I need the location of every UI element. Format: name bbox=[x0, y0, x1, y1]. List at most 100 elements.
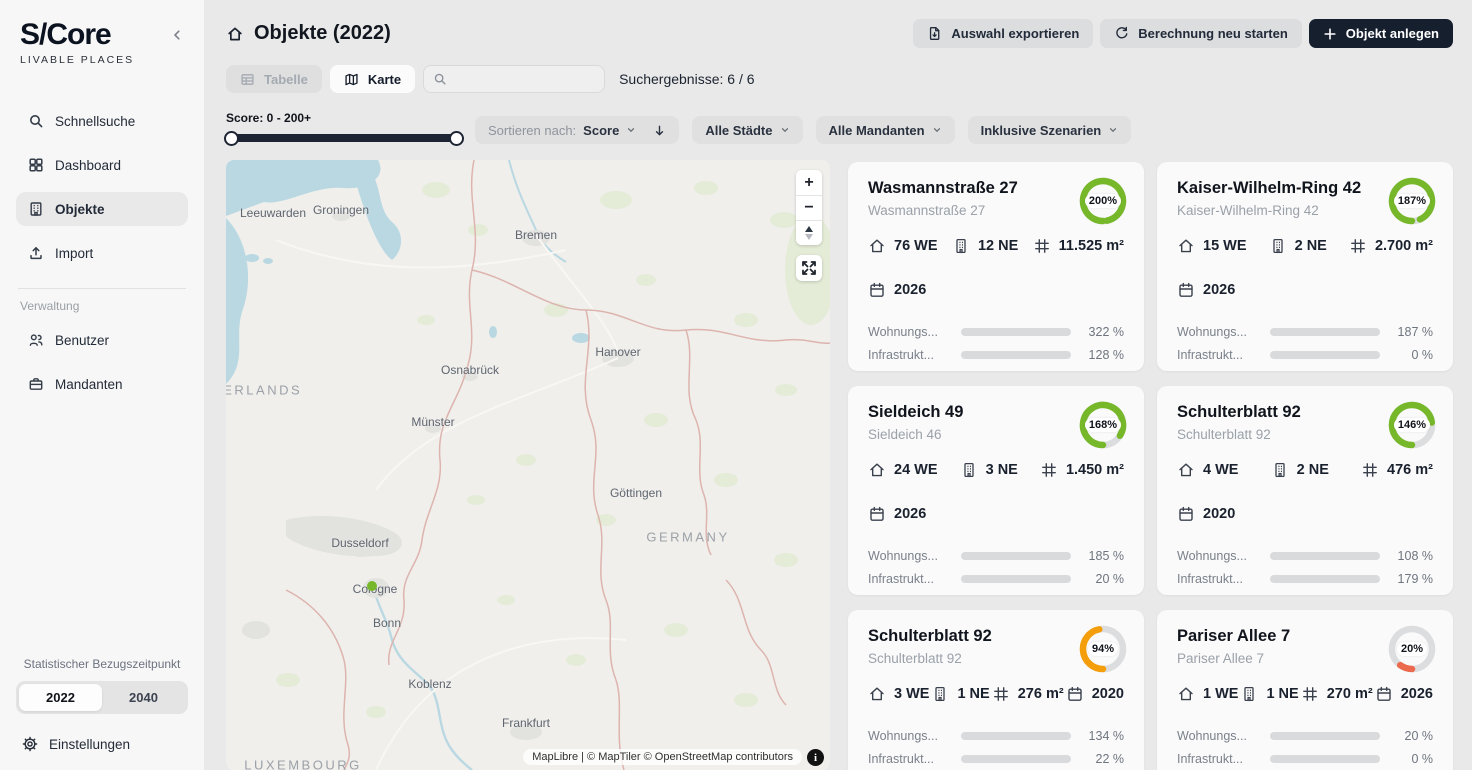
sidebar-divider bbox=[18, 288, 186, 289]
score-bar-row: Infrastrukt... 0 % bbox=[1177, 348, 1433, 362]
sidebar-item-dashboard[interactable]: Dashboard bbox=[16, 148, 188, 182]
info-icon[interactable]: i bbox=[807, 749, 824, 766]
year-toggle: 2022 2040 bbox=[16, 681, 188, 714]
scenarios-dropdown[interactable]: Inklusive Szenarien bbox=[968, 116, 1132, 144]
score-gauge: 146% bbox=[1386, 399, 1438, 451]
zoom-in-button[interactable]: + bbox=[796, 170, 822, 195]
sidebar-item-schnellsuche[interactable]: Schnellsuche bbox=[16, 104, 188, 138]
score-bar-value: 20 % bbox=[1389, 729, 1433, 743]
year-value: 2026 bbox=[894, 282, 926, 298]
map-canvas[interactable]: LeeuwardenGroningenBremenHanoverOsnabrüc… bbox=[226, 160, 830, 770]
property-card[interactable]: Schulterblatt 92 Schulterblatt 92 146% 4… bbox=[1157, 386, 1453, 595]
calendar-icon bbox=[868, 281, 886, 299]
area-grid-icon bbox=[1361, 461, 1379, 479]
sidebar-item-mandanten[interactable]: Mandanten bbox=[16, 367, 188, 401]
building-icon bbox=[28, 201, 44, 217]
year: 2026 bbox=[1177, 281, 1235, 299]
area: 270 m² bbox=[1301, 685, 1373, 703]
cards-grid: Wasmannstraße 27 Wasmannstraße 27 200% 7… bbox=[848, 162, 1453, 770]
score-bar-track bbox=[1270, 575, 1380, 583]
house-icon bbox=[868, 237, 886, 255]
compass-button[interactable] bbox=[796, 220, 822, 245]
create-object-button[interactable]: Objekt anlegen bbox=[1309, 19, 1453, 48]
score-bar-label: Infrastrukt... bbox=[1177, 752, 1261, 766]
property-card[interactable]: Schulterblatt 92 Schulterblatt 92 94% 3 … bbox=[848, 610, 1144, 770]
score-value: 168% bbox=[1085, 418, 1121, 432]
score-bar-value: 22 % bbox=[1080, 752, 1124, 766]
tab-karte[interactable]: Karte bbox=[330, 65, 415, 93]
tenants-dropdown[interactable]: Alle Mandanten bbox=[816, 116, 955, 144]
score-gauge: 94% bbox=[1077, 623, 1129, 675]
score-bar-row: Wohnungs... 20 % bbox=[1177, 729, 1433, 743]
score-bar-label: Infrastrukt... bbox=[868, 572, 952, 586]
year: 2026 bbox=[1375, 685, 1433, 703]
property-card[interactable]: Sieldeich 49 Sieldeich 46 168% 24 WE 3 N… bbox=[848, 386, 1144, 595]
area: 11.525 m² bbox=[1033, 237, 1124, 255]
sidebar-item-label: Benutzer bbox=[55, 333, 109, 348]
sidebar-item-benutzer[interactable]: Benutzer bbox=[16, 323, 188, 357]
year-option-2022[interactable]: 2022 bbox=[19, 684, 102, 711]
score-slider-handle-max[interactable] bbox=[449, 131, 464, 146]
tab-tabelle[interactable]: Tabelle bbox=[226, 65, 322, 93]
score-bar-label: Infrastrukt... bbox=[868, 348, 952, 362]
search-input[interactable] bbox=[454, 72, 595, 87]
score-bar-row: Wohnungs... 187 % bbox=[1177, 325, 1433, 339]
score-bar-value: 0 % bbox=[1389, 752, 1433, 766]
settings-label: Einstellungen bbox=[49, 737, 130, 752]
page-title: Objekte (2022) bbox=[254, 22, 391, 45]
sort-direction-icon[interactable] bbox=[653, 124, 666, 137]
score-bar-label: Infrastrukt... bbox=[868, 752, 952, 766]
building-icon bbox=[960, 461, 978, 479]
property-card[interactable]: Wasmannstraße 27 Wasmannstraße 27 200% 7… bbox=[848, 162, 1144, 371]
property-card[interactable]: Pariser Allee 7 Pariser Allee 7 20% 1 WE… bbox=[1157, 610, 1453, 770]
sidebar-item-label: Dashboard bbox=[55, 158, 121, 173]
sidebar-item-import[interactable]: Import bbox=[16, 236, 188, 270]
logo: S/Core LIVABLE PLACES bbox=[16, 20, 188, 66]
score-bar-track bbox=[961, 575, 1071, 583]
residential-units: 76 WE bbox=[868, 237, 938, 255]
export-selection-button[interactable]: Auswahl exportieren bbox=[913, 19, 1093, 48]
recalculate-button[interactable]: Berechnung neu starten bbox=[1100, 19, 1302, 48]
zoom-out-button[interactable]: − bbox=[796, 195, 822, 220]
score-slider-handle-min[interactable] bbox=[224, 131, 239, 146]
score-bar-track bbox=[1270, 552, 1380, 560]
sidebar-item-objekte[interactable]: Objekte bbox=[16, 192, 188, 226]
sidebar-section-verwaltung: Verwaltung bbox=[16, 299, 188, 313]
commercial-units: 3 NE bbox=[960, 461, 1018, 479]
cities-dropdown[interactable]: Alle Städte bbox=[692, 116, 802, 144]
year-value: 2020 bbox=[1092, 686, 1124, 702]
residential-units-value: 15 WE bbox=[1203, 238, 1247, 254]
score-range-label: Score: 0 - 200+ bbox=[226, 111, 462, 125]
commercial-units-value: 1 NE bbox=[1266, 686, 1298, 702]
residential-units-value: 4 WE bbox=[1203, 462, 1238, 478]
users-icon bbox=[28, 332, 44, 348]
fullscreen-button[interactable] bbox=[796, 255, 822, 281]
briefcase-icon bbox=[28, 376, 44, 392]
score-bar-value: 108 % bbox=[1389, 549, 1433, 563]
year-option-2040[interactable]: 2040 bbox=[102, 684, 185, 711]
sort-dropdown[interactable]: Sortieren nach: Score bbox=[475, 116, 679, 144]
commercial-units-value: 12 NE bbox=[978, 238, 1018, 254]
sidebar-item-label: Import bbox=[55, 246, 93, 261]
score-slider[interactable] bbox=[226, 134, 462, 142]
residential-units-value: 76 WE bbox=[894, 238, 938, 254]
commercial-units-value: 2 NE bbox=[1297, 462, 1329, 478]
property-card[interactable]: Kaiser-Wilhelm-Ring 42 Kaiser-Wilhelm-Ri… bbox=[1157, 162, 1453, 371]
building-icon bbox=[1271, 461, 1289, 479]
year: 2020 bbox=[1066, 685, 1124, 703]
score-bar-track bbox=[961, 552, 1071, 560]
commercial-units-value: 3 NE bbox=[986, 462, 1018, 478]
sidebar-collapse-button[interactable] bbox=[170, 28, 184, 42]
calendar-icon bbox=[1066, 685, 1084, 703]
score-bar-value: 185 % bbox=[1080, 549, 1124, 563]
sort-prefix-label: Sortieren nach: bbox=[488, 123, 576, 138]
score-value: 187% bbox=[1394, 194, 1430, 208]
commercial-units: 12 NE bbox=[952, 237, 1018, 255]
area-grid-icon bbox=[1349, 237, 1367, 255]
house-icon bbox=[1177, 237, 1195, 255]
sidebar: S/Core LIVABLE PLACES Schnellsuche Dashb… bbox=[0, 0, 204, 770]
score-bar-value: 322 % bbox=[1080, 325, 1124, 339]
settings-button[interactable]: Einstellungen bbox=[16, 726, 188, 752]
commercial-units: 1 NE bbox=[1240, 685, 1298, 703]
map-icon bbox=[344, 72, 359, 87]
